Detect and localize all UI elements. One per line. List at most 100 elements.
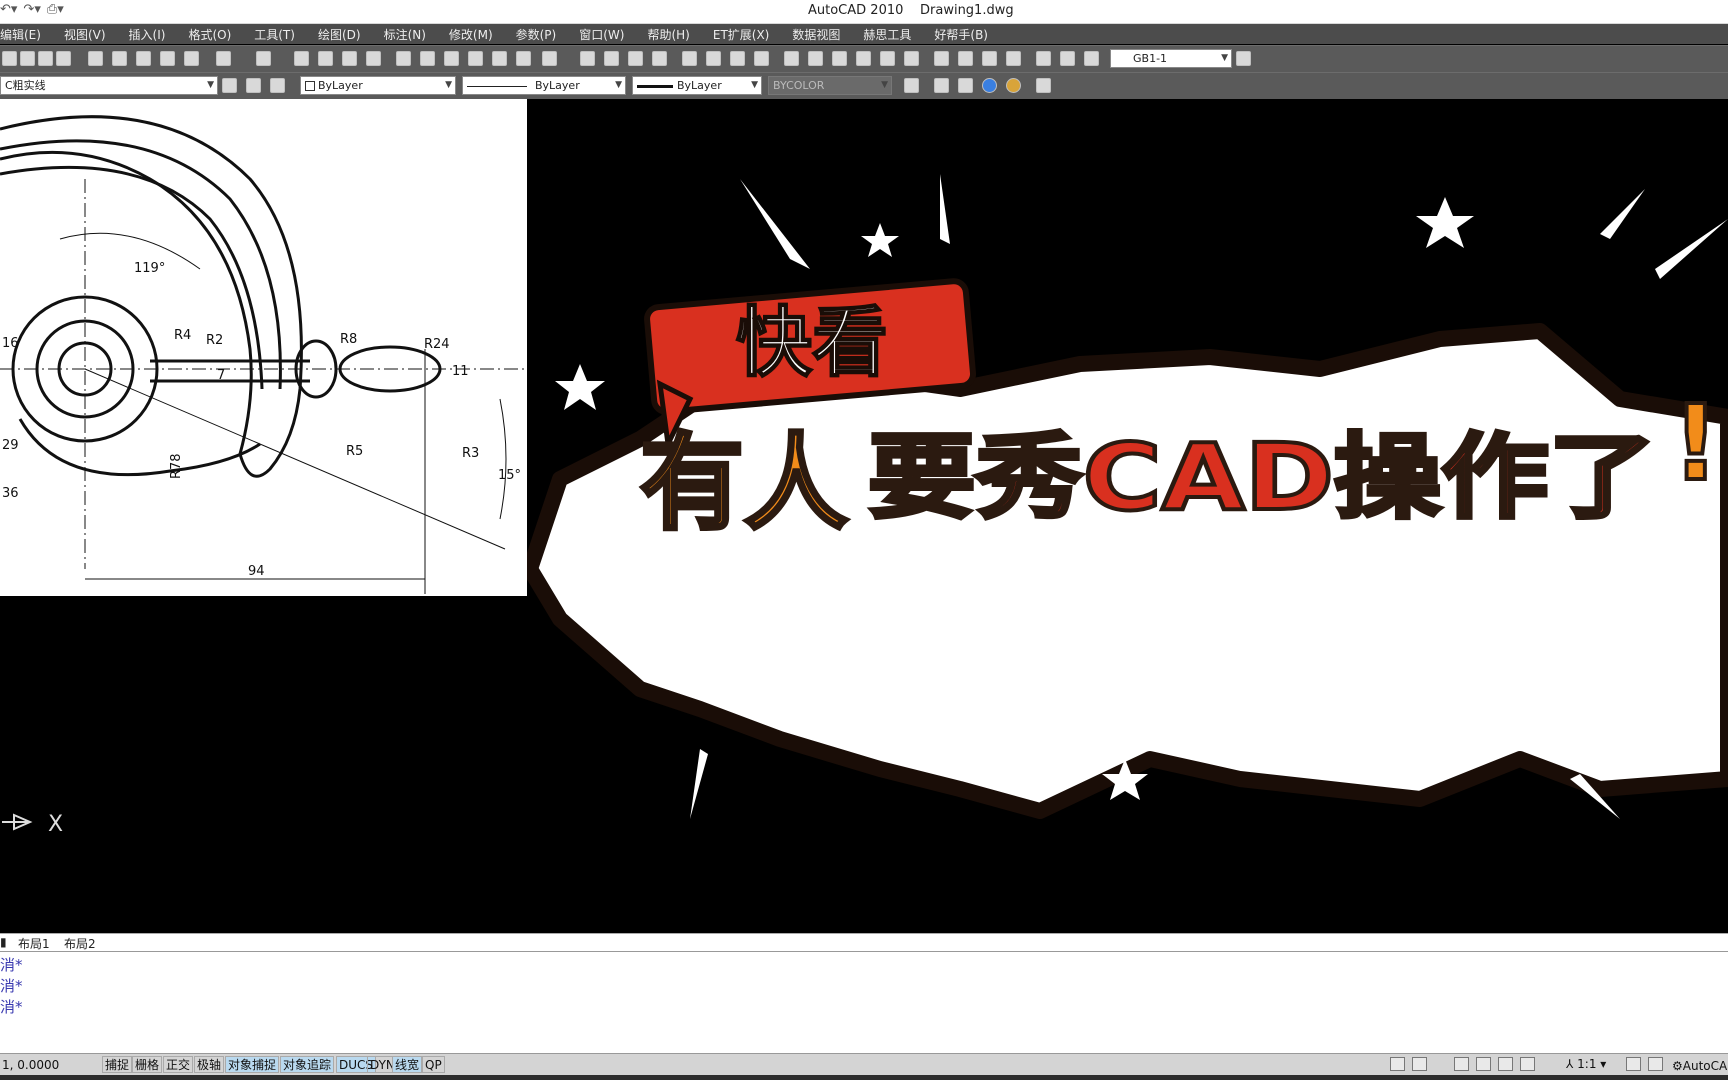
- jogged-dimension-icon[interactable]: [706, 51, 721, 66]
- dimension-style-icon[interactable]: [1084, 51, 1099, 66]
- text-style-icon[interactable]: [1060, 51, 1075, 66]
- menu-help[interactable]: 帮助(H): [647, 26, 689, 43]
- dimension-style-select[interactable]: GB1-1 ▼: [1110, 49, 1232, 68]
- redo-icon[interactable]: ↷▾: [23, 2, 40, 17]
- plot-icon[interactable]: [56, 51, 71, 66]
- pan-icon[interactable]: [1454, 1057, 1469, 1071]
- otrack-toggle[interactable]: 对象追踪: [280, 1056, 335, 1073]
- undo-icon[interactable]: ↶▾: [0, 2, 17, 17]
- tab-layout1[interactable]: 布局1: [18, 935, 50, 952]
- menu-dimension[interactable]: 标注(N): [384, 26, 426, 43]
- save-icon[interactable]: [38, 51, 53, 66]
- dimension-style-manager-icon[interactable]: [1236, 51, 1251, 66]
- menu-et-extension[interactable]: ET扩展(X): [713, 26, 770, 43]
- steering-wheel-icon[interactable]: [1498, 1057, 1513, 1071]
- sheet-set-icon[interactable]: [468, 51, 483, 66]
- make-object-layer-current-icon[interactable]: [246, 78, 261, 93]
- design-center-icon[interactable]: [420, 51, 435, 66]
- quick-leader-icon[interactable]: [856, 51, 871, 66]
- match-properties-icon[interactable]: [160, 51, 175, 66]
- zoom-previous-icon[interactable]: [366, 51, 381, 66]
- inspect-icon[interactable]: [934, 51, 949, 66]
- dimension-text-edit-icon[interactable]: [982, 51, 997, 66]
- isolate-objects-icon[interactable]: [958, 78, 973, 93]
- drawing-area[interactable]: 快看 有人 要秀CAD操作了 !! X: [0, 99, 1728, 933]
- zoom-window-icon[interactable]: [342, 51, 357, 66]
- layer-select[interactable]: C粗实线 ▼: [0, 76, 218, 95]
- hide-objects-icon[interactable]: [934, 78, 949, 93]
- zoom-realtime-icon[interactable]: [318, 51, 333, 66]
- workspace-switch[interactable]: ⚙AutoCAD经典: [1672, 1057, 1728, 1074]
- tool-palettes-icon[interactable]: [444, 51, 459, 66]
- osnap-toggle[interactable]: 对象捕捉: [225, 1056, 280, 1073]
- dimension-edit-icon[interactable]: [958, 51, 973, 66]
- layer-manager-icon[interactable]: [222, 78, 237, 93]
- menu-data-view[interactable]: 数据视图: [792, 26, 840, 43]
- model-tab-marker[interactable]: ▮: [0, 935, 7, 949]
- tab-layout2[interactable]: 布局2: [64, 935, 96, 952]
- cut-icon[interactable]: [88, 51, 103, 66]
- markup-icon[interactable]: [492, 51, 507, 66]
- grid-toggle[interactable]: 栅格: [132, 1056, 163, 1073]
- menu-draw[interactable]: 绘图(D): [318, 26, 361, 43]
- block-editor-icon[interactable]: [184, 51, 199, 66]
- dimension-update-icon[interactable]: [1006, 51, 1021, 66]
- zoom-icon[interactable]: [1476, 1057, 1491, 1071]
- copy-icon[interactable]: [112, 51, 127, 66]
- layout-view-icon[interactable]: [1412, 1057, 1427, 1071]
- lineweight-select[interactable]: ByLayer ▼: [632, 76, 762, 95]
- tolerance-icon[interactable]: [880, 51, 895, 66]
- center-mark-icon[interactable]: [904, 51, 919, 66]
- help-icon[interactable]: [542, 51, 557, 66]
- menu-parametric[interactable]: 参数(P): [516, 26, 557, 43]
- baseline-dimension-icon[interactable]: [808, 51, 823, 66]
- layer-previous-icon[interactable]: [270, 78, 285, 93]
- undo-icon[interactable]: [216, 51, 231, 66]
- new-icon[interactable]: [2, 51, 17, 66]
- angular-dimension-icon[interactable]: [754, 51, 769, 66]
- material-sphere-icon[interactable]: [982, 78, 997, 93]
- auto-scale-icon[interactable]: [1648, 1057, 1663, 1071]
- linear-dimension-icon[interactable]: [580, 51, 595, 66]
- text-edit-icon[interactable]: [1036, 51, 1051, 66]
- menu-modify[interactable]: 修改(M): [449, 26, 493, 43]
- lineweight-toggle[interactable]: 线宽: [392, 1056, 423, 1073]
- region-icon[interactable]: [1036, 78, 1051, 93]
- snap-toggle[interactable]: 捕捉: [102, 1056, 133, 1073]
- menu-insert[interactable]: 插入(I): [129, 26, 166, 43]
- menu-window[interactable]: 窗口(W): [579, 26, 624, 43]
- redo-icon[interactable]: [256, 51, 271, 66]
- quick-dimension-icon[interactable]: [784, 51, 799, 66]
- color-select[interactable]: ByLayer ▼: [300, 76, 456, 95]
- menu-helper[interactable]: 好帮手(B): [934, 26, 988, 43]
- calculator-icon[interactable]: [516, 51, 531, 66]
- menu-tools[interactable]: 工具(T): [254, 26, 295, 43]
- pan-icon[interactable]: [294, 51, 309, 66]
- print-icon[interactable]: ⎙▾: [47, 2, 64, 17]
- burst-ray: [690, 749, 708, 819]
- quick-properties-toggle[interactable]: QP: [422, 1056, 445, 1073]
- annotation-scale[interactable]: ⅄ 1:1 ▾: [1566, 1057, 1606, 1071]
- menu-format[interactable]: 格式(O): [188, 26, 231, 43]
- linetype-select[interactable]: ByLayer ▼: [462, 76, 626, 95]
- render-sphere-icon[interactable]: [1006, 78, 1021, 93]
- ordinate-dimension-icon[interactable]: [652, 51, 667, 66]
- continue-dimension-icon[interactable]: [832, 51, 847, 66]
- menu-hesi-tools[interactable]: 赫思工具: [863, 26, 911, 43]
- diameter-dimension-icon[interactable]: [730, 51, 745, 66]
- ortho-toggle[interactable]: 正交: [163, 1056, 194, 1073]
- object-properties-icon[interactable]: [904, 78, 919, 93]
- open-icon[interactable]: [20, 51, 35, 66]
- menu-edit[interactable]: 编辑(E): [0, 26, 41, 43]
- command-window[interactable]: 消* 消* 消*: [0, 951, 1728, 1055]
- menu-view[interactable]: 视图(V): [64, 26, 106, 43]
- showmotion-icon[interactable]: [1520, 1057, 1535, 1071]
- arc-length-icon[interactable]: [628, 51, 643, 66]
- radius-dimension-icon[interactable]: [682, 51, 697, 66]
- properties-icon[interactable]: [396, 51, 411, 66]
- annotation-visibility-icon[interactable]: [1626, 1057, 1641, 1071]
- polar-toggle[interactable]: 极轴: [194, 1056, 225, 1073]
- paste-icon[interactable]: [136, 51, 151, 66]
- aligned-dimension-icon[interactable]: [604, 51, 619, 66]
- model-space-icon[interactable]: [1390, 1057, 1405, 1071]
